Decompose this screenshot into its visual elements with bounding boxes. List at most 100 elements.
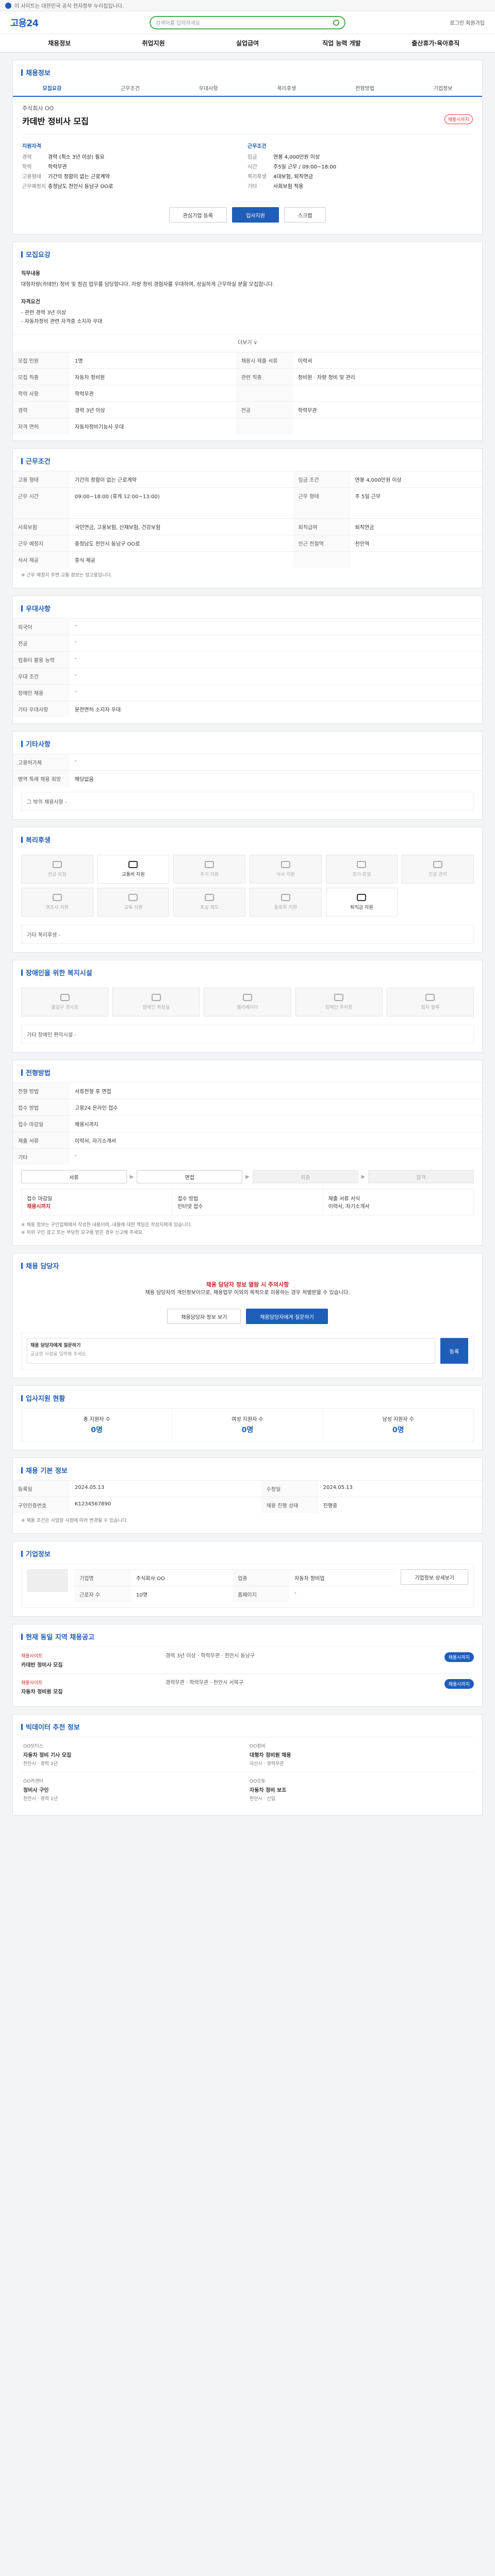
- company-box: 기업명 주식회사 OO 업종 자동차 정비업 근로자 수 10명 홈페이지 - 기업정보 상…: [21, 1564, 474, 1608]
- info-note: ※ 채용 조건은 사업장 사정에 따라 변경될 수 있습니다.: [21, 1518, 128, 1523]
- table-row: 접수 방법 고용24 온라인 접수: [13, 1099, 482, 1116]
- house-icon: [205, 861, 214, 868]
- nav-item-employment-support[interactable]: 취업지원: [106, 39, 200, 47]
- table-row: 근무 예정지 충청남도 천안시 동남구 OO로 인근 전철역 천안역: [13, 535, 482, 552]
- insurance-icon: [52, 861, 62, 868]
- recruit-title: 모집요강: [13, 242, 482, 264]
- stats-title: 입사지원 현황: [13, 1386, 482, 1408]
- tab-prefer[interactable]: 우대사항: [169, 82, 248, 96]
- arrow-right-icon: ▶: [245, 1174, 250, 1180]
- table-row: 외국어 -: [13, 618, 482, 635]
- recommend-card[interactable]: OO오토 자동차 정비 보조 천안시 · 신입: [248, 1772, 474, 1807]
- company-title: 기업정보: [13, 1541, 482, 1564]
- nav-item-jobs[interactable]: 채용정보: [12, 39, 106, 47]
- recommend-title: 빅데이터 추천 정보: [13, 1715, 482, 1737]
- disability-item: 엘리베이터: [204, 988, 291, 1016]
- money-icon: [357, 894, 367, 901]
- welfare-section: 복리후생 연금·보험 교통비 지원 주거 지원 식사 지원 휴가·휴일 건강 관…: [12, 827, 483, 953]
- welfare-item: 퇴직금 지원: [325, 888, 398, 917]
- group-icon: [280, 894, 290, 901]
- nav-item-vocational-training[interactable]: 직업 능력 개발: [294, 39, 388, 47]
- detail-tabs: 모집요강 근무조건 우대사항 복리후생 전형방법 기업정보: [13, 82, 482, 97]
- process-table: 전형 방법 서류전형 후 면접 접수 방법 고용24 온라인 접수 접수 마감일 채용…: [13, 1082, 482, 1165]
- tab-company[interactable]: 기업정보: [404, 82, 482, 96]
- qa-submit-button[interactable]: 등록: [440, 1338, 468, 1364]
- process-step: 최종: [252, 1170, 358, 1183]
- bus-icon: [128, 861, 138, 868]
- etc-section: 기타사항 고용허가제 - 병역 특례 채용 희망 해당없음 그 밖의 채용사항 -: [12, 731, 483, 820]
- recommend-card[interactable]: OO카센터 정비사 구인 천안시 · 경력 1년: [21, 1772, 248, 1807]
- arrow-right-icon: ▶: [361, 1174, 366, 1180]
- welfare-item: 포상 제도: [173, 888, 245, 917]
- welfare-title: 복리후생: [13, 827, 482, 850]
- trophy-icon: [205, 894, 214, 901]
- process-title: 전형방법: [13, 1060, 482, 1082]
- work-section: 근무조건 고용 형태 기간의 정함이 없는 근로계약 임금 조건 연봉 4,000만원…: [12, 448, 483, 588]
- tab-work[interactable]: 근무조건: [91, 82, 170, 96]
- meal-icon: [280, 861, 290, 868]
- table-row: 컴퓨터 활용 능력 -: [13, 651, 482, 668]
- expand-button[interactable]: 더보기 ∨: [13, 334, 482, 352]
- qa-textarea[interactable]: 채용 담당자에게 질문하기 궁금한 사항을 입력해 주세요.: [27, 1338, 435, 1364]
- disability-item: 점자 블록: [386, 988, 474, 1016]
- process-step: 합격: [368, 1170, 474, 1183]
- recommend-card[interactable]: OO정비 대형차 정비원 채용 아산시 · 경력무관: [248, 1737, 474, 1772]
- header-user-links[interactable]: 로그인 회원가입: [428, 19, 485, 26]
- gov-mark-icon: [5, 2, 11, 9]
- disability-title: 장애인을 위한 복지시설: [13, 960, 482, 982]
- welfare-item: 교육 지원: [97, 888, 170, 917]
- search-input[interactable]: 검색어를 입력하세요: [150, 15, 345, 29]
- company-detail-button[interactable]: 기업정보 상세보기: [401, 1569, 468, 1585]
- interest-button[interactable]: 관심기업 등록: [169, 207, 227, 223]
- info-table: 등록일 2024.05.13 수정일 2024.05.13 구인인증번호 K123456…: [13, 1480, 482, 1513]
- stat-total: 총 지원자 수 0명: [22, 1409, 173, 1441]
- list-item[interactable]: 채용사이트 카데반 정비사 모집 경력 3년 이상 · 학력무관 · 천안시 동남…: [21, 1647, 474, 1673]
- scrap-button[interactable]: 스크랩: [284, 207, 326, 223]
- table-row: 사회보험 국민연금, 고용보험, 산재보험, 건강보험 퇴직급여 퇴직연금: [13, 518, 482, 535]
- work-title: 근무조건: [13, 449, 482, 471]
- table-row: 제출 서류 이력서, 자기소개서: [13, 1132, 482, 1149]
- welfare-item: 교통비 지원: [97, 855, 170, 884]
- site-logo[interactable]: 고용24: [10, 16, 67, 29]
- tab-process[interactable]: 전형방법: [326, 82, 404, 96]
- recommend-section: 빅데이터 추천 정보 OO모터스 자동차 정비 기사 모집 천안시 · 경력 2년 …: [12, 1714, 483, 1816]
- tab-welfare[interactable]: 복리후생: [248, 82, 326, 96]
- recommend-grid: OO모터스 자동차 정비 기사 모집 천안시 · 경력 2년 OO정비 대형차 정비원…: [21, 1737, 474, 1807]
- info-title: 채용 기본 정보: [13, 1458, 482, 1480]
- process-section: 전형방법 전형 방법 서류전형 후 면접 접수 방법 고용24 온라인 접수 접수 …: [12, 1060, 483, 1246]
- table-row: 모집 직종 자동차 정비원 관련 직종 정비원 · 차량 정비 및 관리: [13, 368, 482, 385]
- job-summary: 지원자격 경력 경력 (최소 3년 이상) 필요 학력 학력무관 고용형태 기간의 정…: [22, 134, 473, 199]
- deadline-badge: 채용시까지: [444, 114, 473, 124]
- welfare-other: 기타 복리후생 -: [21, 925, 474, 944]
- table-row: 기업명 주식회사 OO 업종 자동차 정비업: [74, 1569, 395, 1586]
- list-item[interactable]: 채용사이트 자동차 정비원 모집 경력무관 · 학력무관 · 천안시 서북구 채용…: [21, 1673, 474, 1700]
- company-name[interactable]: 주식회사 OO: [22, 104, 473, 112]
- tab-recruit[interactable]: 모집요강: [13, 82, 91, 96]
- recommend-card[interactable]: OO모터스 자동차 정비 기사 모집 천안시 · 경력 2년: [21, 1737, 248, 1772]
- welfare-item: 경조사 지원: [21, 888, 93, 917]
- gift-icon: [52, 894, 62, 901]
- manager-notice: 채용 담당자 정보 열람 시 주의사항 채용 담당자의 개인정보이므로, 채용업…: [145, 1281, 350, 1296]
- nav-item-parental-leave[interactable]: 출산휴가·육아휴직: [389, 39, 483, 47]
- process-steps: 서류 ▶ 면접 ▶ 최종 ▶ 합격: [13, 1165, 482, 1189]
- table-row: 모집 인원 1명 채용시 제출 서류 이력서: [13, 352, 482, 369]
- parking-icon: [334, 994, 344, 1001]
- disability-item: 장애인 화장실: [112, 988, 200, 1016]
- manager-section: 채용 담당자 채용 담당자 정보 열람 시 주의사항 채용 담당자의 개인정보이…: [12, 1253, 483, 1378]
- welfare-item: 동호회 지원: [250, 888, 322, 917]
- etc-table: 고용허가제 - 병역 특례 채용 희망 해당없음: [13, 754, 482, 787]
- welfare-item: 주거 지원: [173, 855, 245, 884]
- similar-title: 현재 동일 지역 채용공고: [13, 1624, 482, 1647]
- table-row: 근로자 수 10명 홈페이지 -: [74, 1586, 395, 1602]
- book-icon: [128, 894, 138, 901]
- company-section: 기업정보 기업명 주식회사 OO 업종 자동차 정비업 근로자 수 10명 홈페이지 - 기…: [12, 1541, 483, 1617]
- ask-manager-button[interactable]: 채용담당자에게 질문하기: [246, 1309, 328, 1324]
- search-icon[interactable]: [333, 19, 339, 26]
- nav-item-unemployment-benefit[interactable]: 실업급여: [201, 39, 294, 47]
- health-icon: [433, 861, 443, 868]
- contact-info-button[interactable]: 채용담당자 정보 보기: [167, 1309, 241, 1324]
- braille-icon: [425, 994, 435, 1001]
- apply-button[interactable]: 입사지원: [232, 207, 279, 223]
- prefer-table: 외국어 - 전공 - 컴퓨터 활용 능력 - 우대 조건 - 장애인 채용 - 기타 우대…: [13, 618, 482, 717]
- work-note: ※ 근무 예정지 주변 교통 정보는 참고용입니다.: [21, 573, 112, 578]
